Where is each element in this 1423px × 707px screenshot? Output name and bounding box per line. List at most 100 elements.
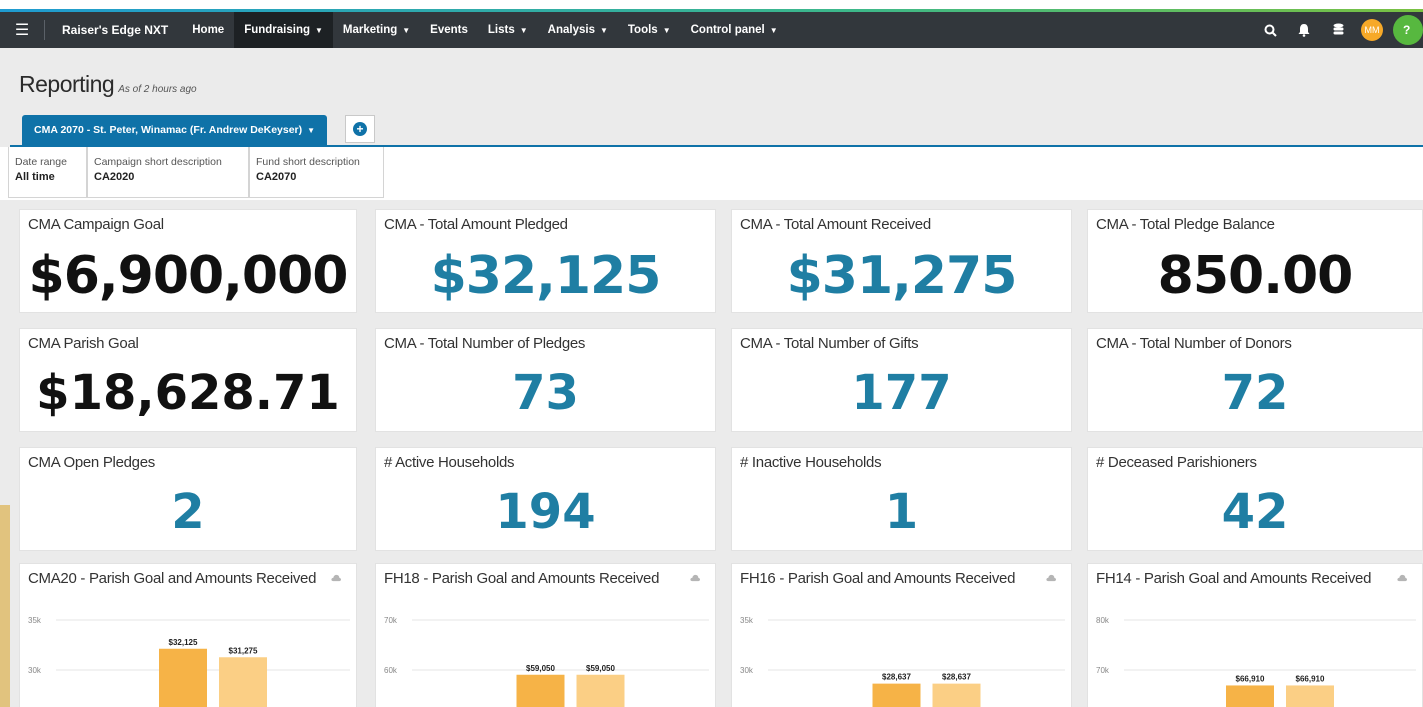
kpi-tile-title: CMA - Total Amount Received (740, 216, 931, 233)
nav-item-label: Marketing (342, 24, 398, 36)
plus-icon: + (353, 122, 367, 136)
search-icon[interactable] (1253, 12, 1287, 48)
database-icon[interactable] (1321, 12, 1355, 48)
nav-item-label: Home (192, 24, 225, 36)
chart-tile[interactable]: FH16 - Parish Goal and Amounts Received 3… (731, 563, 1072, 707)
page-subtitle: As of 2 hours ago (118, 84, 197, 95)
kpi-tile-title: CMA Open Pledges (28, 454, 155, 471)
kpi-tile-title: # Inactive Households (740, 454, 882, 471)
kpi-tile[interactable]: # Inactive Households 1 (731, 447, 1072, 551)
bar-chart: 35k 30k $28,637 $28,637 (740, 616, 1065, 707)
chart-bar[interactable] (576, 674, 625, 707)
chart-tile[interactable]: CMA20 - Parish Goal and Amounts Received… (19, 563, 357, 707)
chart-tile[interactable]: FH18 - Parish Goal and Amounts Received 7… (375, 563, 716, 707)
kpi-tile-value: 73 (512, 365, 579, 421)
chevron-down-icon: ▼ (519, 25, 528, 35)
kpi-tile-value: 2 (171, 484, 205, 540)
nav-item-events[interactable]: Events (420, 12, 478, 48)
nav-items: Home Fundraising ▼ Marketing ▼ Events Lists ▼ An… (182, 12, 787, 48)
kpi-tile[interactable]: # Active Households 194 (375, 447, 716, 551)
chart-tile[interactable]: FH14 - Parish Goal and Amounts Received 8… (1087, 563, 1423, 707)
kpi-tile-title: CMA - Total Pledge Balance (1096, 216, 1275, 233)
chart-bar[interactable] (1226, 685, 1274, 707)
app-brand[interactable]: Raiser's Edge NXT (45, 23, 182, 37)
y-tick-label: 30k (28, 666, 42, 675)
bar-data-label: $28,637 (942, 673, 971, 682)
nav-item-label: Analysis (547, 24, 595, 36)
kpi-tile-title: CMA - Total Number of Gifts (740, 335, 919, 352)
chevron-down-icon: ▼ (402, 25, 411, 35)
nav-item-label: Control panel (690, 24, 765, 36)
nav-right-tools: MM ? (1253, 12, 1423, 48)
kpi-tile-value: 72 (1221, 365, 1289, 421)
kpi-tile-value: 850.00 (1157, 246, 1354, 306)
kpi-tile-title: # Deceased Parishioners (1096, 454, 1257, 471)
nav-item-analysis[interactable]: Analysis ▼ (538, 12, 618, 48)
kpi-tile-value: 42 (1221, 484, 1289, 540)
page-title-text: Reporting (19, 71, 115, 97)
chevron-down-icon: ▼ (307, 125, 316, 135)
kpi-tile[interactable]: CMA - Total Number of Pledges 73 (375, 328, 716, 432)
kpi-tile[interactable]: CMA - Total Number of Donors 72 (1087, 328, 1423, 432)
chart-bar[interactable] (1286, 685, 1334, 707)
y-tick-label: 30k (740, 666, 754, 675)
user-avatar[interactable]: MM (1361, 19, 1383, 41)
chevron-down-icon: ▼ (599, 25, 608, 35)
kpi-tile-value: $6,900,000 (28, 246, 349, 306)
nav-item-control-panel[interactable]: Control panel ▼ (681, 12, 788, 48)
y-tick-label: 35k (28, 616, 42, 625)
kpi-tile-value: $31,275 (786, 246, 1018, 306)
kpi-tile-title: # Active Households (384, 454, 515, 471)
kpi-tile[interactable]: CMA - Total Pledge Balance 850.00 (1087, 209, 1423, 313)
kpi-tile[interactable]: CMA Open Pledges 2 (19, 447, 357, 551)
bar-data-label: $59,050 (526, 664, 555, 673)
filter-campaign-short-description[interactable]: Campaign short description CA2020 (87, 147, 249, 198)
help-icon[interactable]: ? (1393, 15, 1423, 45)
kpi-tile-title: CMA Campaign Goal (28, 216, 164, 233)
top-navbar: ☰ Raiser's Edge NXT Home Fundraising ▼ Mark… (0, 12, 1423, 48)
kpi-tile-value: $32,125 (430, 246, 662, 306)
filter-label: Campaign short description (94, 156, 222, 168)
kpi-tile[interactable]: CMA - Total Number of Gifts 177 (731, 328, 1072, 432)
bar-chart: 70k 60k $59,050 $59,050 (384, 616, 709, 707)
nav-item-fundraising[interactable]: Fundraising ▼ (234, 12, 333, 48)
chart-bar[interactable] (932, 683, 981, 707)
kpi-tile[interactable]: CMA Campaign Goal $6,900,000 (19, 209, 357, 313)
hamburger-menu-icon[interactable]: ☰ (0, 12, 44, 48)
accent-stripe (0, 0, 1423, 12)
nav-item-home[interactable]: Home (182, 12, 234, 48)
tab-dashboard-cma-2070[interactable]: CMA 2070 - St. Peter, Winamac (Fr. Andre… (22, 115, 328, 145)
bell-icon[interactable] (1287, 12, 1321, 48)
bar-data-label: $66,910 (1296, 674, 1325, 683)
nav-item-marketing[interactable]: Marketing ▼ (333, 12, 420, 48)
y-tick-label: 35k (740, 616, 754, 625)
kpi-tile[interactable]: CMA - Total Amount Pledged $32,125 (375, 209, 716, 313)
kpi-tile-title: CMA - Total Number of Pledges (384, 335, 586, 352)
page-title: Reporting As of 2 hours ago (19, 71, 197, 98)
chart-bar[interactable] (159, 648, 207, 707)
add-tab-button[interactable]: + (345, 115, 375, 143)
y-tick-label: 60k (384, 666, 398, 675)
filter-fund-short-description[interactable]: Fund short description CA2070 (249, 147, 384, 198)
nav-item-tools[interactable]: Tools ▼ (618, 12, 681, 48)
bar-data-label: $32,125 (169, 638, 198, 647)
chart-bar[interactable] (516, 674, 565, 707)
kpi-tile[interactable]: CMA - Total Amount Received $31,275 (731, 209, 1072, 313)
kpi-tile-value: $18,628.71 (36, 365, 340, 421)
kpi-tile[interactable]: # Deceased Parishioners 42 (1087, 447, 1423, 551)
filter-date-range[interactable]: Date range All time (8, 147, 87, 198)
nav-item-label: Events (430, 24, 468, 36)
bar-chart: 35k 30k $32,125 $31,275 (28, 616, 350, 707)
y-tick-label: 70k (384, 616, 398, 625)
bar-data-label: $28,637 (882, 673, 911, 682)
filter-value: CA2020 (94, 171, 135, 183)
chart-bar[interactable] (219, 657, 267, 707)
y-tick-label: 80k (1096, 616, 1110, 625)
chart-bar[interactable] (872, 683, 921, 707)
bar-data-label: $59,050 (586, 664, 615, 673)
filter-label: Fund short description (256, 156, 360, 168)
nav-item-label: Fundraising (244, 24, 310, 36)
kpi-tile[interactable]: CMA Parish Goal $18,628.71 (19, 328, 357, 432)
bar-chart: 80k 70k $66,910 $66,910 (1096, 616, 1416, 707)
nav-item-lists[interactable]: Lists ▼ (478, 12, 538, 48)
